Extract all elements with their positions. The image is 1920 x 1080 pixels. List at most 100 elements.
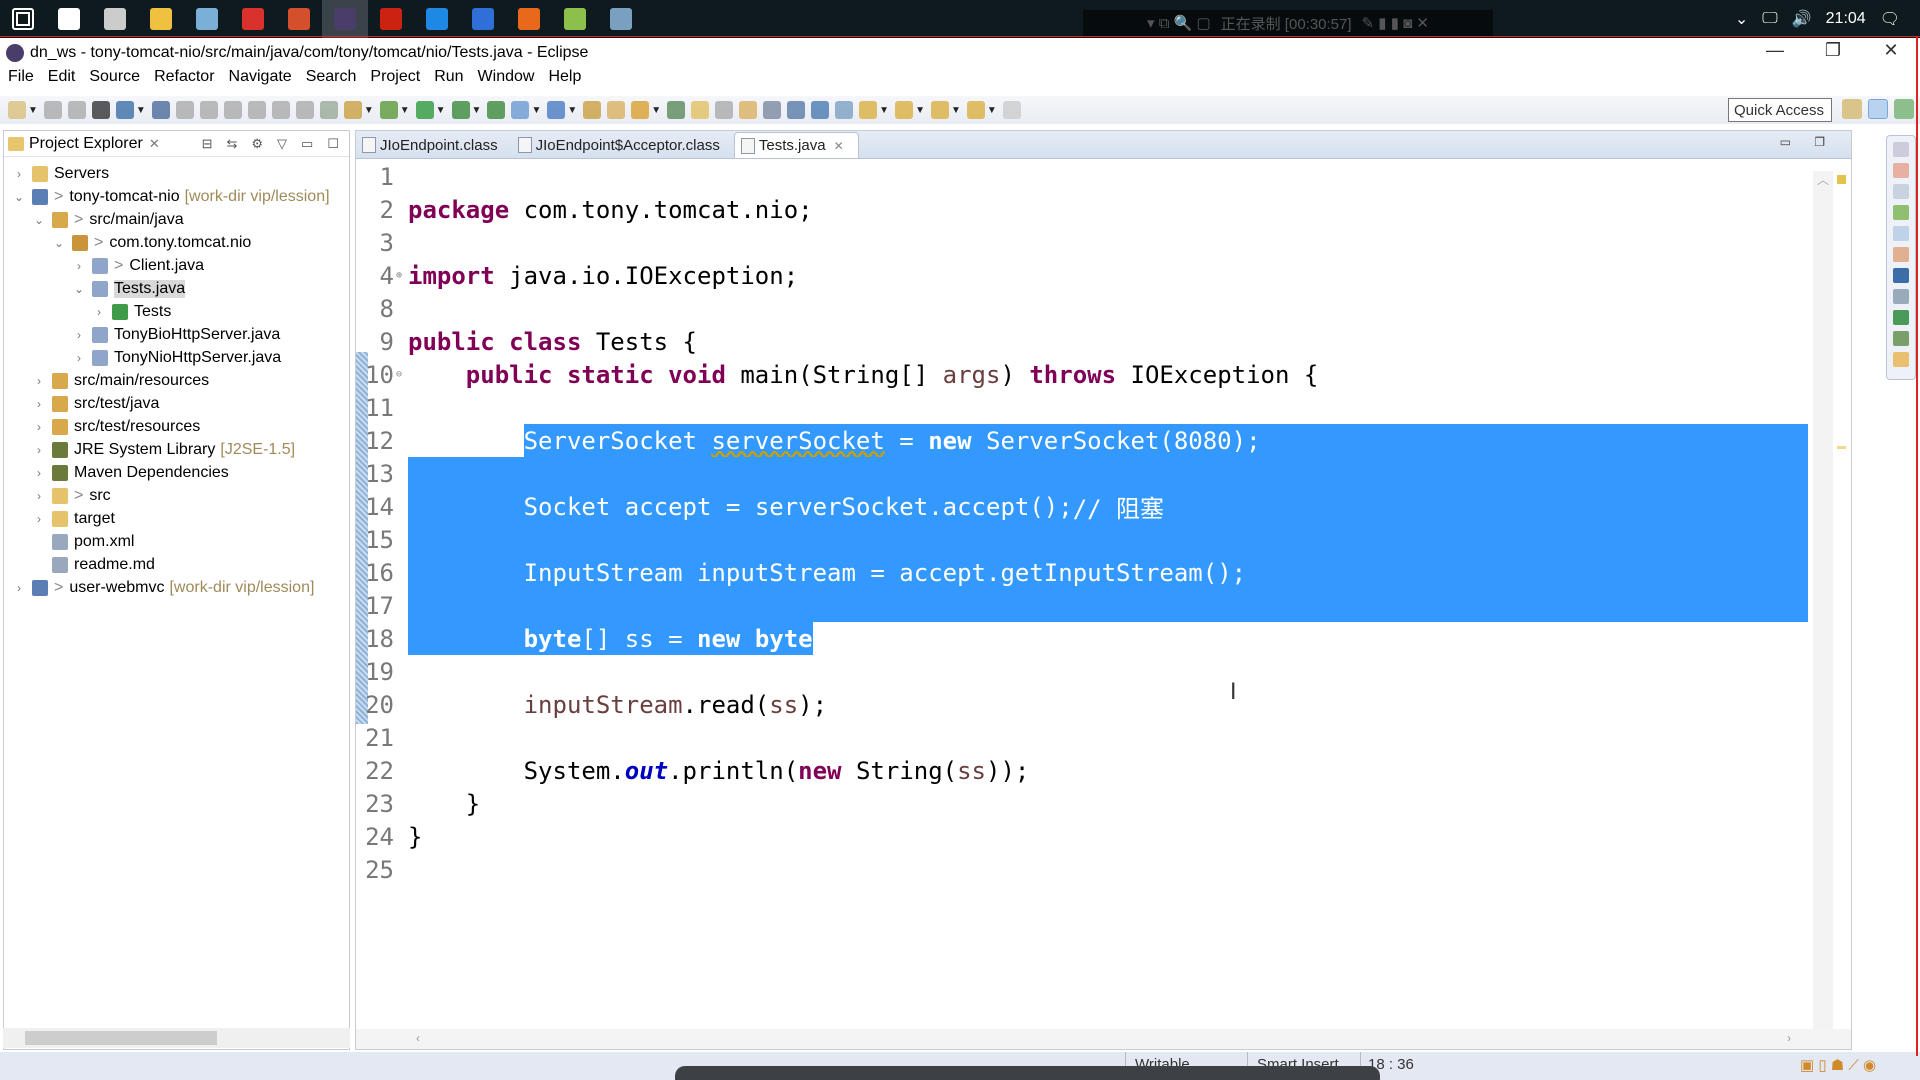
minimize-view-icon[interactable]: ▭ [301,136,313,152]
code-area[interactable]: 1 2 package com.tony.tomcat.nio; 3 4 ⊕ import … [356,160,1851,1009]
tree-item[interactable]: ⌄ > src/main/java [32,208,184,231]
toolbar-button-icon[interactable] [379,101,398,119]
chevron-right-icon[interactable]: › [32,397,46,411]
tree-item[interactable]: pom.xml [32,530,134,553]
java-ee-perspective-icon[interactable] [1868,99,1888,119]
notification-icon[interactable]: 🗨 [1880,9,1900,29]
occurrence-marker[interactable] [1837,446,1846,449]
collapse-all-icon[interactable]: ⊟ [202,136,213,152]
menu-window[interactable]: Window [471,68,542,90]
close-view-icon[interactable]: ✕ [149,136,160,152]
problems-view-icon[interactable] [1893,247,1909,262]
toolbar-button-icon[interactable] [43,101,62,119]
chevron-right-icon[interactable]: › [32,466,46,480]
toolbar-button-icon[interactable] [511,101,530,119]
link-editor-icon[interactable]: ⇆ [226,136,237,152]
tree-item[interactable]: ⌄ > tony-tomcat-nio [work-dir vip/lession] [12,185,330,208]
filter-icon[interactable]: ⚙ [251,136,263,152]
tray-chevron-icon[interactable]: ⌄ [1735,9,1748,29]
chevron-right-icon[interactable]: › [72,351,86,365]
collapse-fold-icon[interactable]: ⊖ [396,369,408,380]
expand-fold-icon[interactable]: ⊕ [396,270,408,281]
toolbar-button-icon[interactable] [739,101,758,119]
toolbar-button-icon[interactable] [415,101,434,119]
dropdown-arrow-icon[interactable]: ▼ [915,105,925,116]
toolbar-button-icon[interactable] [667,101,686,119]
taskbar-app-blue-icon[interactable] [414,0,460,38]
chevron-down-icon[interactable]: ⌄ [52,236,66,250]
tree-item[interactable]: › target [32,507,115,530]
menu-run[interactable]: Run [427,68,470,90]
tree-item[interactable]: › JRE System Library [J2SE-1.5] [32,438,295,461]
explorer-horizontal-scrollbar[interactable] [3,1028,350,1048]
taskbar-xmind-icon[interactable] [230,0,276,38]
editor-tab[interactable]: JIoEndpoint.class [356,132,512,158]
toolbar-button-icon[interactable] [966,101,985,119]
taskbar-radio-icon[interactable] [92,0,138,38]
editor-horizontal-scrollbar[interactable]: ‹ › [356,1029,1851,1049]
chevron-down-icon[interactable]: ⌄ [12,190,26,204]
toolbar-button-icon[interactable] [151,101,170,119]
restore-icon[interactable] [1893,142,1909,157]
toolbar-button-icon[interactable] [223,101,242,119]
tree-item[interactable]: › Servers [12,162,109,185]
warning-marker[interactable] [1837,175,1846,184]
project-explorer-title[interactable]: Project Explorer [29,135,143,153]
dropdown-arrow-icon[interactable]: ▼ [472,105,482,116]
toolbar-button-icon[interactable] [1002,101,1021,119]
toolbar-button-icon[interactable] [295,101,314,119]
dropdown-arrow-icon[interactable]: ▼ [531,105,541,116]
dropdown-arrow-icon[interactable]: ▼ [436,105,446,116]
toolbar-button-icon[interactable] [343,101,362,119]
editor-vertical-scrollbar[interactable]: ︿ [1813,171,1833,1031]
quick-access-input[interactable]: Quick Access [1728,98,1832,122]
chevron-down-icon[interactable]: ⌄ [32,213,46,227]
view-menu-icon[interactable]: ▽ [277,136,287,152]
chevron-right-icon[interactable]: › [72,259,86,273]
editor-tab[interactable]: Tests.java ✕ [733,132,859,158]
tree-item[interactable]: › > src [32,484,111,507]
overview-ruler[interactable] [1835,171,1849,1031]
junit-view-icon[interactable] [1893,310,1909,325]
tree-item[interactable]: › > Client.java [72,254,204,277]
chevron-right-icon[interactable]: › [32,443,46,457]
taskbar-file-explorer-icon[interactable] [138,0,184,38]
taskbar-paint-icon[interactable] [598,0,644,38]
restore-button[interactable]: ❐ [1804,40,1862,61]
minimize-button[interactable]: — [1746,40,1804,61]
toolbar-button-icon[interactable] [715,101,734,119]
menu-source[interactable]: Source [82,68,147,90]
tree-item[interactable]: › TonyNioHttpServer.java [72,346,281,369]
recorder-tools-icon[interactable]: ▾ ⧉ 🔍 ▢ [1147,14,1211,32]
tree-item[interactable]: ⌄ Tests.java [72,277,186,300]
taskbar-recorder-icon[interactable] [368,0,414,38]
tree-item[interactable]: › src/test/java [32,392,159,415]
editor-min-max-icon[interactable]: ▭ ❐ [1780,135,1835,149]
toolbar-button-icon[interactable] [487,101,506,119]
chevron-right-icon[interactable]: › [32,420,46,434]
dropdown-arrow-icon[interactable]: ▼ [951,105,961,116]
dropdown-arrow-icon[interactable]: ▼ [136,105,146,116]
debug-perspective-icon[interactable] [1894,99,1914,119]
properties-view-icon[interactable] [1893,184,1909,199]
toolbar-button-icon[interactable] [115,101,134,119]
menu-project[interactable]: Project [363,68,427,90]
toolbar-button-icon[interactable] [199,101,218,119]
dropdown-arrow-icon[interactable]: ▼ [567,105,577,116]
open-perspective-icon[interactable] [1842,99,1862,119]
menu-edit[interactable]: Edit [41,68,83,90]
toolbar-button-icon[interactable] [631,101,650,119]
taskbar-wps-writer-icon[interactable] [460,0,506,38]
toolbar-button-icon[interactable] [67,101,86,119]
close-button[interactable]: ✕ [1862,40,1920,61]
toolbar-button-icon[interactable] [583,101,602,119]
close-tab-icon[interactable]: ✕ [834,139,844,153]
toolbar-button-icon[interactable] [451,101,470,119]
toolbar-button-icon[interactable] [811,101,830,119]
taskbar-firefox-icon[interactable] [506,0,552,38]
toolbar-button-icon[interactable] [859,101,878,119]
toolbar-button-icon[interactable] [271,101,290,119]
toolbar-button-icon[interactable] [247,101,266,119]
toolbar-button-icon[interactable] [91,101,110,119]
dropdown-arrow-icon[interactable]: ▼ [987,105,997,116]
